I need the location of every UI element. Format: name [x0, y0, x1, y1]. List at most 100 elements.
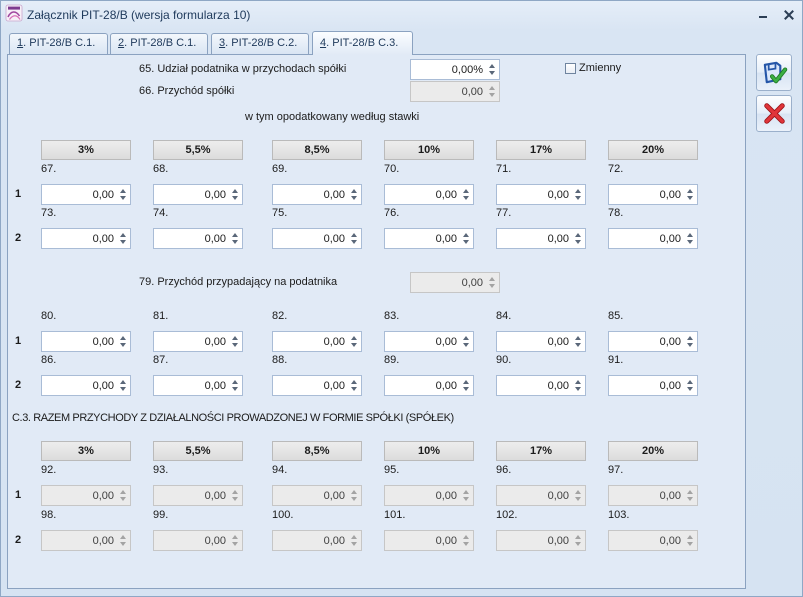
spin-up-icon[interactable] — [687, 335, 693, 341]
cancel-button[interactable] — [756, 95, 792, 132]
spin-down-icon[interactable] — [575, 386, 581, 392]
amount-input[interactable] — [609, 332, 683, 351]
spin-down-icon[interactable] — [120, 386, 126, 392]
amount-input[interactable] — [154, 332, 228, 351]
amount-input[interactable] — [385, 376, 459, 395]
spin-down-icon[interactable] — [575, 342, 581, 348]
spin-down-icon[interactable] — [687, 342, 693, 348]
variable-checkbox-box[interactable] — [565, 63, 576, 74]
spin-down-icon[interactable] — [687, 386, 693, 392]
spin-down-icon[interactable] — [575, 239, 581, 245]
amount-input[interactable] — [385, 229, 459, 248]
amount-input[interactable] — [273, 376, 347, 395]
amount-field — [272, 375, 362, 396]
amount-field — [496, 331, 586, 352]
field-number-label: 103. — [608, 509, 630, 521]
spin-up-icon[interactable] — [351, 379, 357, 385]
spin-up-icon[interactable] — [120, 232, 126, 238]
spin-down-icon[interactable] — [232, 239, 238, 245]
spin-up-icon[interactable] — [351, 335, 357, 341]
spin-down-icon[interactable] — [463, 386, 469, 392]
spin-up-icon[interactable] — [232, 232, 238, 238]
spin-down-icon[interactable] — [120, 239, 126, 245]
amount-input[interactable] — [154, 376, 228, 395]
amount-input[interactable] — [42, 332, 116, 351]
amount-input[interactable] — [273, 332, 347, 351]
spin-up-icon[interactable] — [120, 335, 126, 341]
spin-down-icon[interactable] — [489, 70, 495, 76]
amount-input[interactable] — [385, 332, 459, 351]
amount-input[interactable] — [42, 229, 116, 248]
spin-up-icon[interactable] — [463, 188, 469, 194]
rate-column-header: 20% — [608, 441, 698, 461]
spin-up-icon[interactable] — [120, 188, 126, 194]
amount-input[interactable] — [385, 185, 459, 204]
spin-down-icon[interactable] — [120, 342, 126, 348]
spin-up-icon[interactable] — [575, 232, 581, 238]
spin-up-icon[interactable] — [575, 335, 581, 341]
rate-section-heading: w tym opodatkowany według stawki — [245, 111, 420, 123]
amount-input[interactable] — [609, 229, 683, 248]
amount-field — [608, 530, 698, 551]
spin-up-icon[interactable] — [351, 232, 357, 238]
amount-field — [41, 485, 131, 506]
spin-down-icon[interactable] — [687, 239, 693, 245]
spin-up-icon[interactable] — [232, 379, 238, 385]
amount-input[interactable] — [273, 229, 347, 248]
amount-input[interactable] — [497, 332, 571, 351]
amount-input[interactable] — [273, 185, 347, 204]
amount-input[interactable] — [154, 185, 228, 204]
amount-input[interactable] — [42, 376, 116, 395]
spin-down-icon[interactable] — [351, 239, 357, 245]
spin-up-icon[interactable] — [463, 232, 469, 238]
field-number-label: 84. — [496, 310, 512, 322]
variable-checkbox[interactable]: Zmienny — [564, 60, 630, 77]
save-button[interactable] — [756, 54, 792, 91]
field-number-label: 88. — [272, 354, 288, 366]
taxpayer-income-field — [410, 272, 500, 293]
spin-up-icon[interactable] — [463, 335, 469, 341]
spin-up-icon[interactable] — [575, 379, 581, 385]
amount-input[interactable] — [497, 185, 571, 204]
spin-up-icon[interactable] — [463, 379, 469, 385]
amount-input[interactable] — [42, 185, 116, 204]
amount-field — [384, 530, 474, 551]
spin-up-icon[interactable] — [232, 335, 238, 341]
amount-field — [153, 331, 243, 352]
spin-up-icon[interactable] — [687, 379, 693, 385]
spin-down-icon[interactable] — [463, 195, 469, 201]
amount-input[interactable] — [609, 376, 683, 395]
spin-up-icon[interactable] — [489, 63, 495, 69]
spin-up-icon[interactable] — [687, 232, 693, 238]
share-percent-input[interactable] — [411, 60, 485, 79]
spin-down-icon[interactable] — [351, 386, 357, 392]
amount-field — [41, 228, 131, 249]
spin-down-icon[interactable] — [232, 386, 238, 392]
spin-up-icon[interactable] — [232, 188, 238, 194]
spin-down-icon[interactable] — [351, 342, 357, 348]
amount-input[interactable] — [497, 229, 571, 248]
amount-field — [272, 485, 362, 506]
amount-field — [608, 184, 698, 205]
spin-up-icon[interactable] — [575, 188, 581, 194]
spin-down-icon[interactable] — [463, 239, 469, 245]
spin-up-icon[interactable] — [351, 188, 357, 194]
spin-down-icon[interactable] — [687, 195, 693, 201]
spin-up-icon[interactable] — [687, 188, 693, 194]
rate-column-header: 8,5% — [272, 441, 362, 461]
spin-up-icon[interactable] — [120, 379, 126, 385]
spin-down-icon[interactable] — [120, 195, 126, 201]
amount-input[interactable] — [497, 376, 571, 395]
spin-down-icon[interactable] — [575, 195, 581, 201]
spin-down-icon[interactable] — [232, 342, 238, 348]
spin-down-icon[interactable] — [232, 195, 238, 201]
amount-input[interactable] — [154, 229, 228, 248]
field-number-label: 77. — [496, 207, 512, 219]
spin-up-icon — [463, 489, 469, 495]
spin-down-icon[interactable] — [463, 342, 469, 348]
amount-input[interactable] — [609, 185, 683, 204]
amount-field — [153, 485, 243, 506]
spin-down-icon[interactable] — [351, 195, 357, 201]
field-number-label: 83. — [384, 310, 400, 322]
amount-input — [42, 531, 116, 550]
